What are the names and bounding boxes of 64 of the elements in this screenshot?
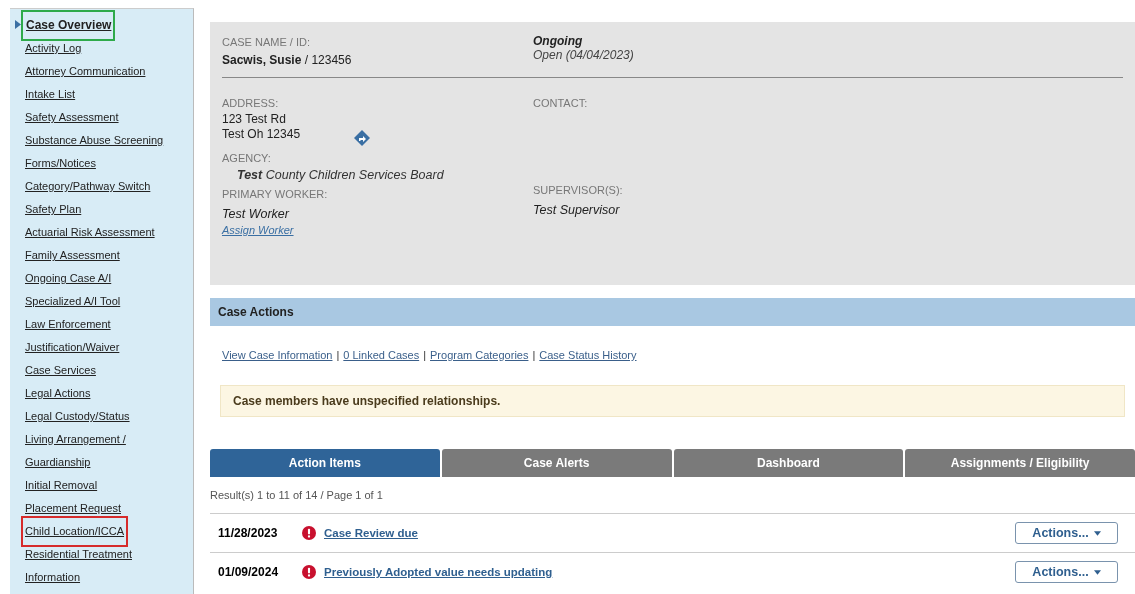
agency-prefix: Test	[237, 168, 263, 182]
actions-dropdown-button[interactable]: Actions...	[1015, 522, 1118, 544]
field-label: AGENCY:	[222, 152, 272, 164]
address-line: Test Oh 12345	[222, 127, 301, 142]
sidebar-link[interactable]: Justification/Waiver	[25, 336, 120, 359]
sidebar-link[interactable]: Case Services	[25, 359, 96, 382]
agency-name: County Children Services Board	[265, 168, 444, 182]
action-item-link[interactable]: Previously Adopted value needs updating	[324, 566, 1015, 578]
sidebar-link[interactable]: Intake List	[25, 83, 76, 106]
sidebar-link[interactable]: Safety Assessment	[25, 106, 119, 129]
alert-message: Case members have unspecified relationships.	[220, 385, 1125, 417]
case-action-link[interactable]: Case Status History	[539, 349, 637, 361]
supervisor-name: Test Supervisor	[533, 203, 621, 217]
field-label: CONTACT:	[533, 97, 589, 109]
sidebar-link[interactable]: Living Arrangement / Guardianship	[25, 428, 173, 474]
sidebar-link[interactable]: Family Assessment	[25, 244, 120, 267]
address-line: 123 Test Rd	[222, 112, 287, 127]
caret-icon	[1093, 569, 1101, 575]
link-separator: |	[423, 349, 426, 361]
status-detail: Open (04/04/2023)	[533, 48, 635, 62]
sidebar-link[interactable]: Law Enforcement	[25, 313, 111, 336]
exclamation-icon	[302, 565, 316, 579]
sidebar-link[interactable]: Legal Custody/Status	[25, 405, 130, 428]
case-status: Ongoing	[533, 34, 584, 48]
case-action-link[interactable]: View Case Information	[222, 349, 333, 361]
link-separator: |	[532, 349, 536, 361]
assign-worker-link[interactable]: Assign Worker	[222, 224, 294, 236]
tab[interactable]: Assignments / Eligibility	[905, 449, 1135, 477]
directions-icon[interactable]	[354, 130, 371, 146]
triangle-icon	[15, 20, 21, 29]
section-header: Case Actions	[210, 298, 1135, 326]
sidebar-link[interactable]: Placement Request	[25, 497, 121, 520]
field-label: ADDRESS:	[222, 97, 280, 109]
primary-worker: Test Worker	[222, 207, 291, 221]
sidebar-link[interactable]: Activity Log	[25, 37, 82, 60]
sidebar-link[interactable]: Specialized A/I Tool	[25, 290, 121, 313]
sidebar-link[interactable]: Case Overview	[25, 14, 112, 37]
tab[interactable]: Action Items	[210, 449, 440, 477]
item-date: 11/28/2023	[218, 526, 279, 540]
link-separator: |	[336, 349, 340, 361]
sidebar-link[interactable]: Category/Pathway Switch	[25, 175, 151, 198]
results-count: Result(s) 1 to 11 of 14 / Page 1 of 1	[210, 489, 384, 501]
action-item-link[interactable]: Case Review due	[324, 527, 1015, 539]
field-label: SUPERVISOR(S):	[533, 184, 624, 196]
sidebar-link[interactable]: Forms/Notices	[25, 152, 96, 175]
sidebar-link[interactable]: Initial Removal	[25, 474, 98, 497]
case-action-link[interactable]: Program Categories	[430, 349, 529, 361]
sidebar-link[interactable]: Safety Plan	[25, 198, 82, 221]
tab[interactable]: Case Alerts	[441, 449, 672, 477]
sidebar-link[interactable]: Attorney Communication	[25, 60, 146, 83]
actions-dropdown-button[interactable]: Actions...	[1015, 561, 1118, 583]
tab[interactable]: Dashboard	[673, 449, 904, 477]
caret-icon	[1093, 530, 1101, 536]
exclamation-icon	[302, 526, 316, 540]
case-action-link[interactable]: 0 Linked Cases	[343, 349, 420, 361]
field-label: CASE NAME / ID:	[222, 36, 312, 48]
item-date: 01/09/2024	[218, 565, 280, 579]
sidebar-link[interactable]: Substance Abuse Screening	[25, 129, 164, 152]
case-name: Sacwis, Susie / 123456	[222, 53, 353, 67]
field-label: PRIMARY WORKER:	[222, 188, 329, 200]
sidebar-link[interactable]: Ongoing Case A/I	[25, 267, 112, 290]
sidebar-link[interactable]: Residential Treatment Information	[25, 543, 173, 589]
sidebar-link[interactable]: Actuarial Risk Assessment	[25, 221, 155, 244]
sidebar-link[interactable]: Legal Actions	[25, 382, 91, 405]
